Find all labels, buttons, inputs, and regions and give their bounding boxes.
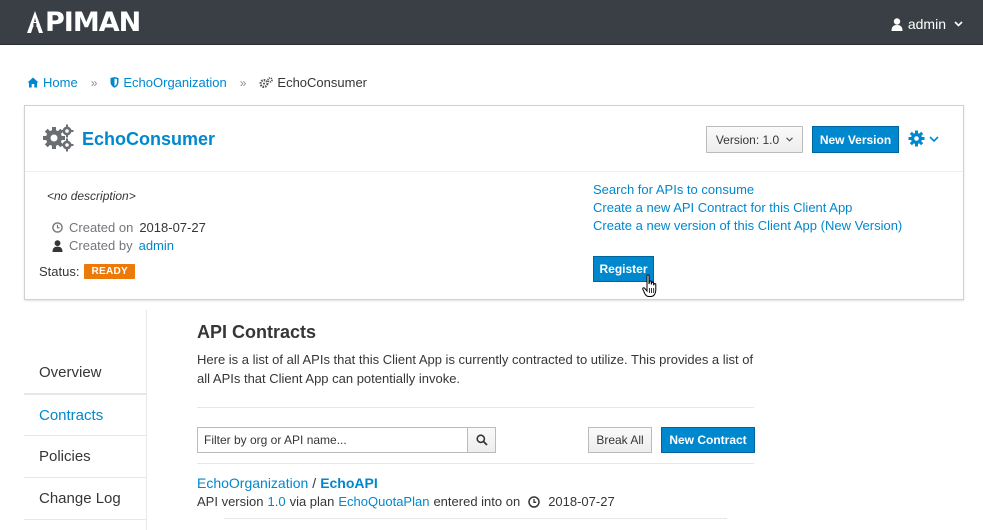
breadcrumb-organization[interactable]: EchoOrganization (110, 75, 227, 90)
clock-icon (528, 495, 540, 508)
breadcrumb-current-label: EchoConsumer (277, 75, 368, 90)
create-contract-link[interactable]: Create a new API Contract for this Clien… (593, 200, 852, 215)
card-header: EchoConsumer Version: 1.0 New Version (25, 106, 963, 172)
created-on-row: Created on 2018-07-27 (52, 220, 206, 235)
username-label: admin (907, 16, 946, 32)
client-app-card: EchoConsumer Version: 1.0 New Version <n… (24, 105, 964, 300)
user-menu[interactable]: admin (891, 16, 963, 32)
new-version-button[interactable]: New Version (812, 126, 899, 153)
settings-menu[interactable] (908, 130, 939, 147)
home-icon (27, 77, 39, 88)
status-label: Status: (39, 264, 80, 279)
via-plan-label: via plan (289, 494, 335, 509)
top-navbar: PIMAN admin (0, 0, 983, 45)
contract-row-title: EchoOrganization / EchoAPI (197, 475, 378, 491)
side-navigation: Overview Contracts Policies Change Log (24, 310, 147, 530)
breadcrumb-organization-label[interactable]: EchoOrganization (123, 75, 226, 90)
breadcrumb-separator: » (239, 75, 247, 90)
version-label: Version: 1.0 (715, 132, 780, 147)
logo-text: PIMAN (45, 6, 141, 38)
search-apis-link[interactable]: Search for APIs to consume (593, 182, 754, 197)
search-icon (475, 434, 488, 446)
user-icon (891, 17, 903, 31)
apiman-logo[interactable]: PIMAN (26, 6, 141, 38)
contract-row-meta: API version 1.0 via plan EchoQuotaPlan e… (197, 494, 615, 509)
search-button[interactable] (467, 427, 496, 453)
status-badge: READY (84, 264, 135, 279)
breadcrumb-separator: » (90, 75, 98, 90)
divider (197, 463, 754, 464)
created-on-label: Created on (69, 220, 134, 235)
contract-date: 2018-07-27 (548, 494, 615, 509)
plan-link[interactable]: EchoQuotaPlan (338, 494, 429, 509)
gear-icon (908, 130, 925, 147)
new-contract-button[interactable]: New Contract (661, 427, 755, 453)
chevron-down-icon (954, 21, 963, 27)
contract-org-link[interactable]: EchoOrganization (197, 475, 308, 491)
sidenav-item-contracts[interactable]: Contracts (24, 394, 147, 436)
created-by-link[interactable]: admin (139, 238, 174, 253)
logo-a-icon (26, 10, 44, 34)
contracts-description: Here is a list of all APIs that this Cli… (197, 352, 754, 386)
contract-api-link[interactable]: EchoAPI (320, 475, 378, 491)
contract-separator: / (312, 475, 317, 491)
chevron-down-icon (786, 137, 794, 142)
breadcrumb-home[interactable]: Home (27, 75, 78, 90)
status-row: Status: READY (39, 264, 135, 279)
shield-icon (110, 77, 119, 88)
client-app-gears-icon (43, 124, 75, 155)
contracts-title: API Contracts (197, 322, 317, 342)
client-app-description: <no description> (47, 189, 136, 203)
breadcrumb-home-label[interactable]: Home (43, 75, 78, 90)
gears-icon (259, 76, 274, 88)
divider (197, 407, 754, 408)
user-icon (52, 239, 63, 252)
sidenav-item-change-log[interactable]: Change Log (24, 478, 147, 520)
hand-cursor-icon (642, 274, 657, 297)
client-app-title: EchoConsumer (82, 129, 216, 149)
divider (224, 518, 727, 519)
api-version-label: API version (197, 494, 264, 509)
chevron-down-icon (929, 135, 939, 142)
breadcrumb: Home » EchoOrganization » EchoConsumer (27, 75, 367, 90)
created-by-label: Created by (69, 238, 133, 253)
entered-label: entered into on (433, 494, 521, 509)
version-dropdown[interactable]: Version: 1.0 (706, 126, 803, 153)
break-all-button[interactable]: Break All (588, 427, 652, 453)
api-version-link[interactable]: 1.0 (267, 494, 285, 509)
created-by-row: Created by admin (52, 238, 174, 253)
breadcrumb-current: EchoConsumer (259, 75, 367, 90)
clock-icon (52, 222, 63, 233)
create-version-link[interactable]: Create a new version of this Client App … (593, 218, 902, 233)
created-on-value: 2018-07-27 (139, 220, 206, 235)
contracts-filter-input[interactable] (197, 427, 468, 453)
sidenav-item-policies[interactable]: Policies (24, 436, 147, 478)
sidenav-item-overview[interactable]: Overview (24, 352, 147, 394)
